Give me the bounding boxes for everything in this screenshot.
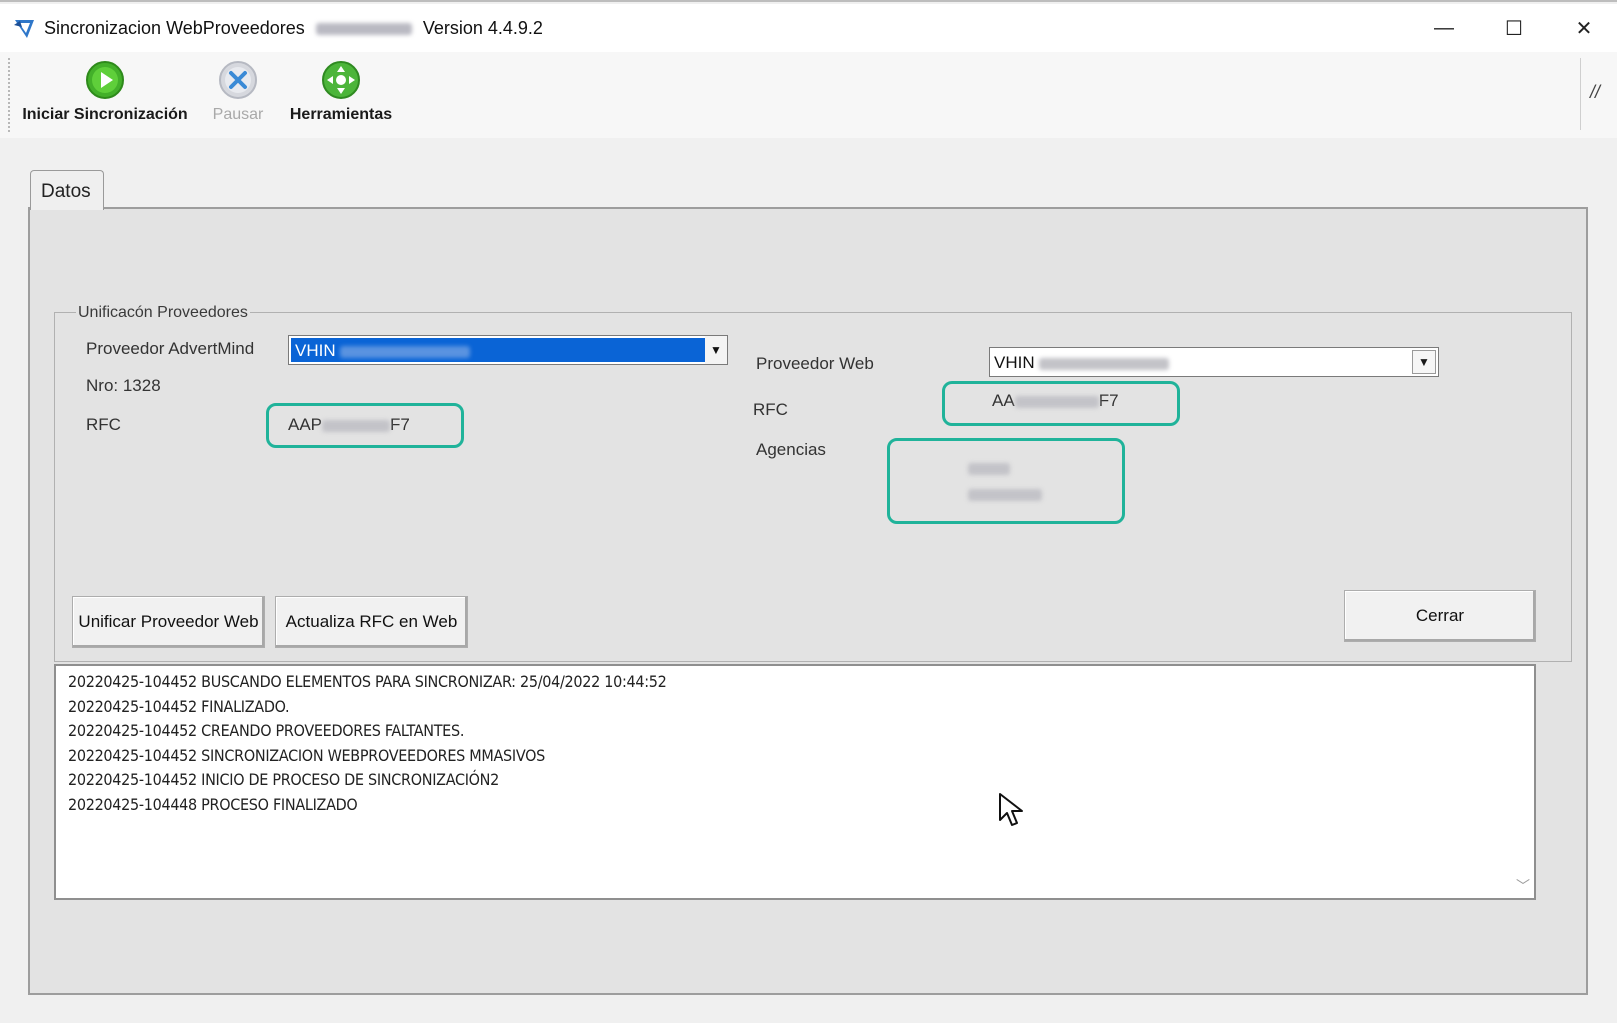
log-lines: 20220425-104452 BUSCANDO ELEMENTOS PARA … (68, 670, 667, 817)
log-line: 20220425-104452 INICIO DE PROCESO DE SIN… (68, 770, 500, 789)
rfc-right-prefix: AA (992, 391, 1015, 410)
agencias-item (968, 484, 1042, 504)
app-window: Sincronizacion WebProveedores Version 4.… (0, 0, 1617, 1023)
rfc-left-prefix: AAP (288, 415, 323, 434)
agencias-label: Agencias (756, 440, 826, 459)
redacted-text (322, 419, 391, 432)
rfc-left-label: RFC (86, 415, 121, 434)
update-rfc-web-button[interactable]: Actualiza RFC en Web (275, 596, 468, 648)
window-title-prefix: Sincronizacion WebProveedores (44, 18, 305, 38)
close-window-button[interactable]: ✕ (1561, 12, 1607, 44)
advertmind-selected-text: VHIN (295, 341, 336, 360)
chevron-down-icon[interactable]: ﹀ (1516, 876, 1530, 896)
pause-label: Pausar (212, 106, 264, 123)
redacted-text (340, 345, 471, 358)
unify-group-title: Unificacón Proveedores (76, 304, 250, 322)
close-button[interactable]: Cerrar (1344, 590, 1536, 642)
web-selected-text: VHIN (994, 353, 1035, 372)
toolbar-overflow-mark[interactable]: // (1590, 82, 1600, 103)
mouse-pointer-icon (999, 793, 1023, 826)
toolbar-divider (1580, 58, 1581, 130)
rfc-right-value: AA F7 (992, 391, 1119, 411)
redacted-text (315, 23, 412, 36)
log-line: 20220425-104452 FINALIZADO. (68, 696, 290, 716)
advertmind-provider-label: Proveedor AdvertMind (86, 339, 255, 358)
unify-web-provider-button[interactable]: Unificar Proveedor Web (72, 596, 265, 648)
tools-icon (322, 61, 360, 99)
chevron-down-icon[interactable]: ▼ (705, 336, 727, 364)
app-logo-icon (14, 20, 34, 38)
play-icon (86, 61, 124, 99)
cancel-x-icon (219, 61, 257, 99)
minimize-button[interactable]: — (1421, 12, 1467, 44)
tab-datos[interactable]: Datos (30, 170, 104, 210)
log-line: 20220425-104448 PROCESO FINALIZADO (68, 794, 358, 814)
start-sync-button[interactable]: Iniciar Sincronización (20, 60, 190, 124)
log-textbox[interactable]: 20220425-104452 BUSCANDO ELEMENTOS PARA … (54, 664, 1536, 900)
agencias-item (968, 458, 1042, 478)
agencias-list (968, 458, 1042, 504)
web-selected-value: VHIN (994, 353, 1170, 373)
redacted-text (968, 462, 1010, 475)
maximize-button[interactable]: ☐ (1491, 12, 1537, 44)
window-title-version: Version 4.4.9.2 (422, 18, 543, 38)
tools-button[interactable]: Herramientas (286, 60, 396, 124)
rfc-right-label: RFC (753, 400, 788, 419)
redacted-text (968, 488, 1042, 501)
log-line: 20220425-104452 SINCRONIZACION WEBPROVEE… (68, 745, 545, 765)
log-line: 20220425-104452 BUSCANDO ELEMENTOS PARA … (68, 672, 667, 691)
title-bar: Sincronizacion WebProveedores Version 4.… (0, 4, 1617, 52)
toolbar: Iniciar Sincronización Pausar Herramient… (0, 52, 1617, 138)
redacted-text (1039, 357, 1170, 370)
log-scrollbar[interactable]: ﹀ (1514, 668, 1532, 896)
redacted-text (1014, 395, 1099, 408)
start-sync-label: Iniciar Sincronización (22, 106, 188, 123)
web-provider-label: Proveedor Web (756, 354, 874, 373)
pause-button[interactable]: Pausar (205, 60, 271, 124)
web-provider-select[interactable]: VHIN ▼ (989, 347, 1439, 377)
toolbar-grip[interactable] (8, 58, 10, 132)
chevron-down-icon[interactable]: ▼ (1412, 350, 1436, 374)
rfc-left-value: AAP F7 (288, 415, 410, 435)
rfc-left-suffix: F7 (390, 415, 410, 434)
tools-label: Herramientas (289, 106, 393, 123)
rfc-right-suffix: F7 (1098, 391, 1119, 410)
nro-label: Nro: 1328 (86, 376, 161, 395)
log-line: 20220425-104452 CREANDO PROVEEDORES FALT… (68, 721, 465, 740)
advertmind-provider-select[interactable]: VHIN ▼ (288, 335, 728, 365)
advertmind-selected-value: VHIN (291, 338, 705, 362)
window-title: Sincronizacion WebProveedores Version 4.… (44, 18, 543, 39)
